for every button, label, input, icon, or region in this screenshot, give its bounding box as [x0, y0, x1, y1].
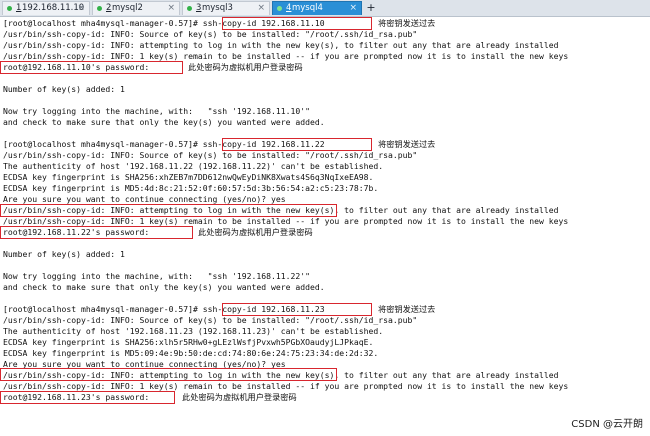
tab-label: mysql3 [202, 3, 233, 13]
command-highlight-box [222, 138, 372, 151]
session-tab-bar: 1 192.168.11.10 × 2 mysql2 × 3 mysql3 × … [0, 0, 650, 17]
connected-status-icon [277, 6, 282, 11]
terminal-line: The authenticity of host '192.168.11.23 … [3, 326, 384, 336]
confirm-highlight-box [0, 204, 337, 217]
tab-number: 3 [196, 3, 202, 13]
terminal-line: ECDSA key fingerprint is SHA256:xlh5r5RH… [3, 337, 374, 347]
tab-label: mysql2 [112, 3, 143, 13]
terminal-line: Number of key(s) added: 1 [3, 249, 125, 259]
tab-label: mysql4 [292, 3, 323, 13]
terminal-line: Number of key(s) added: 1 [3, 84, 125, 94]
password-highlight-box [0, 226, 193, 239]
terminal-line: Now try logging into the machine, with: … [3, 271, 310, 281]
close-icon[interactable]: × [349, 2, 357, 15]
close-icon[interactable]: × [167, 2, 175, 15]
terminal-line: /usr/bin/ssh-copy-id: INFO: attempting t… [3, 40, 559, 50]
confirm-highlight-box [0, 368, 337, 381]
terminal-line: Now try logging into the machine, with: … [3, 106, 310, 116]
command-highlight-box [222, 17, 372, 30]
terminal-line: and check to make sure that only the key… [3, 282, 325, 292]
terminal-line: ECDSA key fingerprint is MD5:4d:8c:21:52… [3, 183, 379, 193]
connected-status-icon [7, 6, 12, 11]
tab-number: 4 [286, 3, 292, 13]
command-highlight-box [222, 303, 372, 316]
close-icon[interactable]: × [77, 2, 85, 15]
close-icon[interactable]: × [257, 2, 265, 15]
password-note: 此处密码为虚拟机用户登录密码 [182, 392, 297, 402]
password-highlight-box [0, 391, 175, 404]
connected-status-icon [97, 6, 102, 11]
send-key-note: 将密钥发送过去 [378, 18, 436, 28]
password-highlight-box [0, 61, 183, 74]
tab-number: 2 [106, 3, 112, 13]
terminal-output[interactable]: [root@localhost mha4mysql-manager-0.57]#… [0, 17, 650, 436]
terminal-line: ECDSA key fingerprint is SHA256:xhZEB7m7… [3, 172, 374, 182]
terminal-line: and check to make sure that only the key… [3, 117, 325, 127]
send-key-note: 将密钥发送过去 [378, 304, 436, 314]
terminal-line: /usr/bin/ssh-copy-id: INFO: Source of ke… [3, 29, 418, 39]
tab-label: 192.168.11.10 [22, 3, 85, 13]
terminal-line: ECDSA key fingerprint is MD5:09:4e:9b:50… [3, 348, 379, 358]
tab-session-3[interactable]: 3 mysql3 × [182, 1, 270, 15]
tab-number: 1 [16, 3, 22, 13]
password-note: 此处密码为虚拟机用户登录密码 [198, 227, 313, 237]
send-key-note: 将密钥发送过去 [378, 139, 436, 149]
connected-status-icon [187, 6, 192, 11]
tab-session-2[interactable]: 2 mysql2 × [92, 1, 180, 15]
watermark: CSDN @云开朗 [571, 419, 643, 430]
new-tab-button[interactable]: + [364, 0, 378, 16]
terminal-line: /usr/bin/ssh-copy-id: INFO: Source of ke… [3, 315, 418, 325]
terminal-line: The authenticity of host '192.168.11.22 … [3, 161, 384, 171]
password-note: 此处密码为虚拟机用户登录密码 [188, 62, 303, 72]
tab-session-4[interactable]: 4 mysql4 × [272, 1, 362, 15]
tab-session-1[interactable]: 1 192.168.11.10 × [2, 1, 90, 15]
terminal-line: /usr/bin/ssh-copy-id: INFO: Source of ke… [3, 150, 418, 160]
